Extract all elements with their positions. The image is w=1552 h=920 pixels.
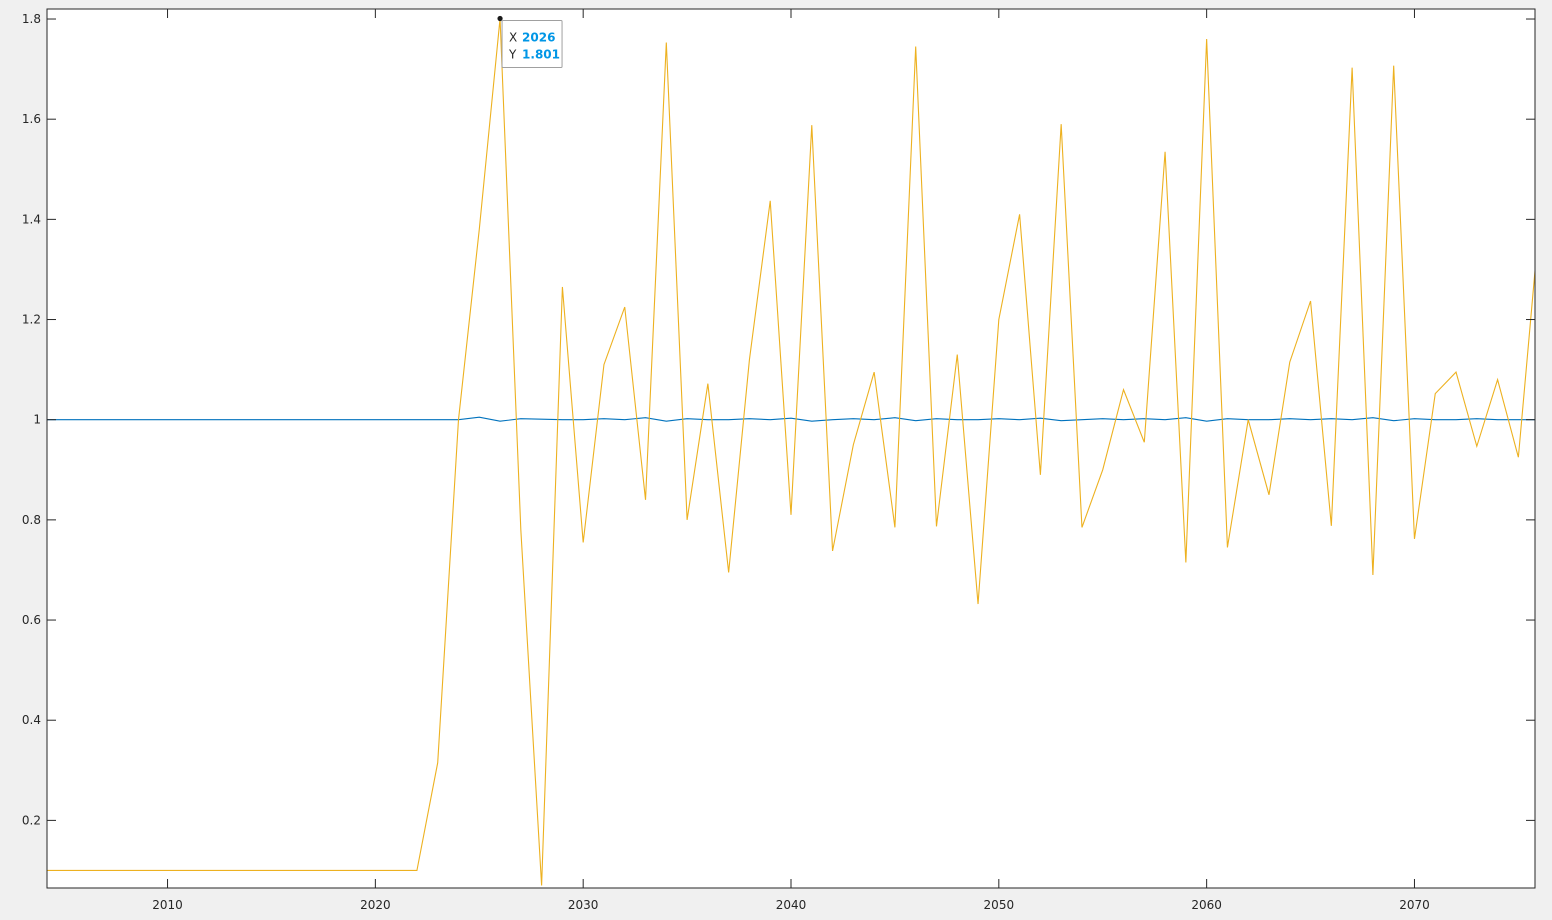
datatip-x-key: X [509,31,517,45]
x-tick-label: 2010 [152,898,183,912]
y-tick-label: 0.6 [22,613,41,627]
x-tick-label: 2040 [776,898,807,912]
y-tick-label: 1.6 [22,112,41,126]
x-tick-label: 2030 [568,898,599,912]
x-tick-label: 2070 [1399,898,1430,912]
x-tick-label: 2050 [984,898,1015,912]
y-tick-label: 1.2 [22,313,41,327]
datatip-marker[interactable] [497,15,503,22]
axes-background [47,9,1535,888]
datatip-y-key: Y [508,48,517,62]
y-axis-tick-labels: 0.2 0.4 0.6 0.8 1 1.2 1.4 1.6 1.8 [22,12,41,827]
datatip[interactable]: X 2026 Y 1.801 [497,15,563,69]
line-chart-figure: 2010 2020 2030 2040 2050 2060 2070 0.20.40.60.… [22,8,1536,912]
x-tick-label: 2060 [1191,898,1222,912]
y-tick-label: 1 [33,413,41,427]
x-tick-label: 2020 [360,898,391,912]
y-tick-label: 1.8 [22,12,41,26]
y-tick-label: 1.4 [22,212,41,226]
datatip-y-value: 1.801 [522,48,560,62]
y-tick-label: 0.2 [22,813,41,827]
y-tick-label: 0.8 [22,513,41,527]
datatip-x-value: 2026 [522,31,555,45]
y-tick-label: 0.4 [22,713,41,727]
x-axis-tick-labels: 2010 2020 2030 2040 2050 2060 2070 [152,898,1429,912]
